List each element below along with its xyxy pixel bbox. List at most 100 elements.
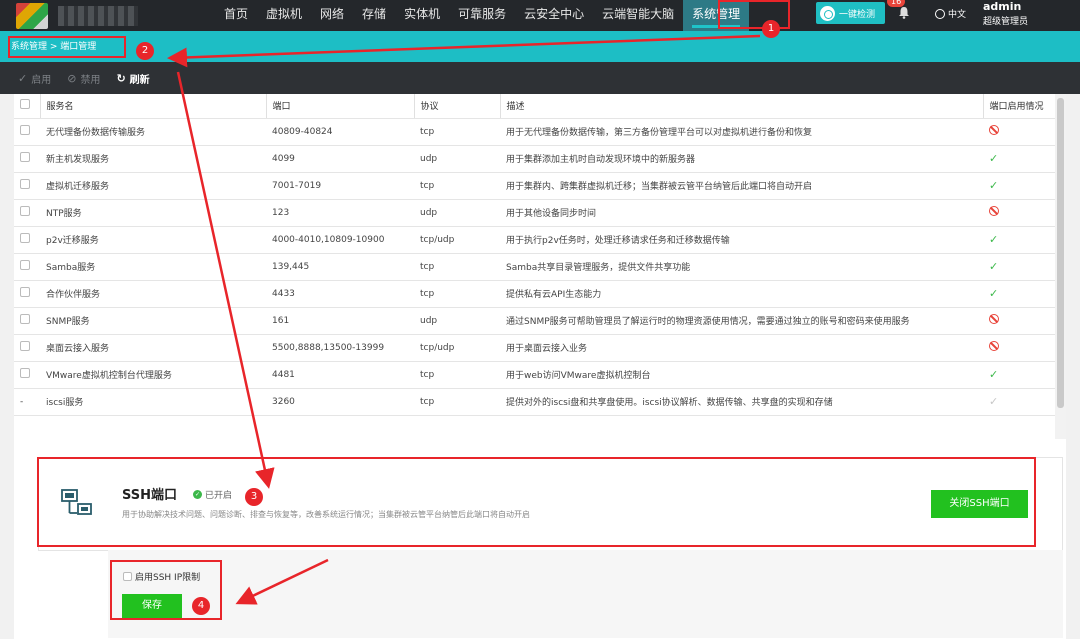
description-value: 用于桌面云接入业务 (500, 334, 983, 362)
select-all-checkbox[interactable] (20, 99, 30, 110)
breadcrumb[interactable]: 系统管理 > 端口管理 (11, 39, 96, 52)
check-icon: ✓ (989, 287, 999, 300)
row-checkbox-cell[interactable] (14, 172, 40, 200)
column-header-status[interactable]: 端口启用情况 (983, 94, 1056, 119)
product-logo[interactable] (16, 3, 48, 29)
ban-icon: ⊘ (67, 71, 77, 85)
table-row[interactable]: Samba服务 139,445 tcp Samba共享目录管理服务，提供文件共享功能 ✓ (14, 253, 1055, 281)
one-click-check-button[interactable]: 一键检测 (816, 2, 885, 24)
enable-button[interactable]: ✓ 启用 (18, 71, 51, 86)
close-ssh-port-button[interactable]: 关闭SSH端口 (931, 490, 1028, 518)
disabled-icon (989, 206, 999, 216)
scrollbar-thumb[interactable] (1057, 98, 1064, 408)
language-switch[interactable]: 中文 (935, 7, 966, 20)
user-menu[interactable]: admin 超级管理员 (983, 0, 1028, 27)
nav-item-6[interactable]: 云安全中心 (515, 0, 593, 31)
nav-item-0[interactable]: 首页 (215, 0, 257, 31)
column-header-port[interactable]: 端口 (266, 94, 415, 119)
row-checkbox[interactable] (20, 287, 30, 297)
toolbar: ✓ 启用 ⊘ 禁用 ↻ 刷新 (0, 62, 1080, 94)
column-header-protocol[interactable]: 协议 (414, 94, 501, 119)
port-value: 161 (266, 307, 414, 335)
description-value: 用于web访问VMware虚拟机控制台 (500, 361, 983, 389)
table-row[interactable]: 桌面云接入服务 5500,8888,13500-13999 tcp/udp 用于桌面云… (14, 334, 1055, 362)
row-checkbox-cell[interactable] (14, 334, 40, 362)
row-checkbox-cell[interactable] (14, 307, 40, 335)
service-name: 虚拟机迁移服务 (40, 172, 266, 200)
status-cell: ✓ (983, 280, 1055, 308)
protocol-value: udp (414, 199, 500, 227)
row-checkbox[interactable] (20, 260, 30, 270)
description-value: 提供对外的iscsi盘和共享盘使用。iscsi协议解析、数据传输、共享盘的实现和… (500, 388, 983, 416)
nav-item-4[interactable]: 实体机 (395, 0, 449, 31)
status-cell: ✓ (983, 361, 1055, 389)
description-value: 用于集群添加主机时自动发现环境中的新服务器 (500, 145, 983, 173)
column-header-description[interactable]: 描述 (500, 94, 984, 119)
nav-item-5[interactable]: 可靠服务 (449, 0, 515, 31)
port-value: 3260 (266, 388, 414, 416)
service-name: 合作伙伴服务 (40, 280, 266, 308)
row-checkbox[interactable] (20, 368, 30, 378)
row-checkbox-cell[interactable] (14, 118, 40, 146)
breadcrumb-bar: 系统管理 > 端口管理 (0, 31, 1080, 62)
protocol-value: tcp (414, 388, 500, 416)
nav-item-8[interactable]: 系统管理 (683, 0, 750, 31)
check-icon (820, 5, 835, 21)
protocol-value: udp (414, 307, 500, 335)
ssh-section: SSH端口 ✓ 已开启 用于协助解决技术问题、问题诊断、排查与恢复等，改善系统运… (14, 439, 1066, 639)
ssh-description: 用于协助解决技术问题、问题诊断、排查与恢复等，改善系统运行情况；当集群被云管平台… (122, 510, 530, 519)
row-checkbox-cell[interactable] (14, 361, 40, 389)
refresh-button[interactable]: ↻ 刷新 (116, 71, 149, 86)
top-navigation-bar: 首页 虚拟机 网络 存储 实体机 可靠服务 云安全中心 云端智能大脑 系统管理 一键检测 16 … (0, 0, 1080, 31)
nav-item-1[interactable]: 虚拟机 (257, 0, 311, 31)
table-row[interactable]: 新主机发现服务 4099 udp 用于集群添加主机时自动发现环境中的新服务器 ✓ (14, 145, 1055, 173)
nav-item-2[interactable]: 网络 (311, 0, 353, 31)
port-value: 139,445 (266, 253, 414, 281)
row-checkbox[interactable] (20, 314, 30, 324)
status-cell: ✓ (983, 388, 1055, 416)
service-name: 桌面云接入服务 (40, 334, 266, 362)
status-cell: ✓ (983, 253, 1055, 281)
table-row[interactable]: 无代理备份数据传输服务 40809-40824 tcp 用于无代理备份数据传输，第三方… (14, 118, 1055, 146)
table-row[interactable]: VMware虚拟机控制台代理服务 4481 tcp 用于web访问VMware虚拟机控… (14, 361, 1055, 389)
row-checkbox[interactable] (20, 152, 30, 162)
row-checkbox-cell[interactable] (14, 199, 40, 227)
column-header-service[interactable]: 服务名 (40, 94, 267, 119)
select-all-cell[interactable] (14, 94, 41, 119)
row-checkbox[interactable] (20, 233, 30, 243)
port-value: 40809-40824 (266, 118, 414, 146)
row-checkbox-cell[interactable] (14, 226, 40, 254)
port-value: 4481 (266, 361, 414, 389)
row-checkbox[interactable] (20, 125, 30, 135)
protocol-value: tcp (414, 361, 500, 389)
table-row[interactable]: - iscsi服务 3260 tcp 提供对外的iscsi盘和共享盘使用。iscsi协议… (14, 388, 1055, 416)
ssh-ip-limit-checkbox-box[interactable] (123, 572, 132, 581)
row-checkbox-cell[interactable] (14, 253, 40, 281)
save-button[interactable]: 保存 (122, 594, 182, 618)
protocol-value: tcp (414, 253, 500, 281)
disable-button[interactable]: ⊘ 禁用 (67, 71, 100, 86)
row-checkbox-cell[interactable] (14, 280, 40, 308)
ssh-status-badge: ✓ 已开启 (193, 488, 232, 501)
table-row[interactable]: 合作伙伴服务 4433 tcp 提供私有云API生态能力 ✓ (14, 280, 1055, 308)
table-row[interactable]: 虚拟机迁移服务 7001-7019 tcp 用于集群内、跨集群虚拟机迁移；当集群被云管… (14, 172, 1055, 200)
row-checkbox[interactable] (20, 179, 30, 189)
status-cell (983, 199, 1055, 227)
disabled-icon (989, 314, 999, 324)
status-cell: ✓ (983, 145, 1055, 173)
nav-item-3[interactable]: 存储 (353, 0, 395, 31)
bell-icon[interactable] (898, 6, 910, 19)
row-checkbox[interactable] (20, 341, 30, 351)
table-row[interactable]: NTP服务 123 udp 用于其他设备同步时间 (14, 199, 1055, 227)
status-check-icon: ✓ (193, 490, 202, 499)
table-row[interactable]: SNMP服务 161 udp 通过SNMP服务可帮助管理员了解运行时的物理资源使用情况… (14, 307, 1055, 335)
table-scrollbar[interactable] (1055, 94, 1066, 439)
service-name: p2v迁移服务 (40, 226, 266, 254)
row-checkbox[interactable] (20, 206, 30, 216)
service-name: 新主机发现服务 (40, 145, 266, 173)
nav-item-7[interactable]: 云端智能大脑 (593, 0, 683, 31)
enable-ssh-ip-limit-checkbox[interactable]: 启用SSH IP限制 (123, 570, 200, 583)
row-checkbox-cell[interactable] (14, 145, 40, 173)
table-row[interactable]: p2v迁移服务 4000-4010,10809-10900 tcp/udp 用于执行p… (14, 226, 1055, 254)
port-value: 4000-4010,10809-10900 (266, 226, 414, 254)
